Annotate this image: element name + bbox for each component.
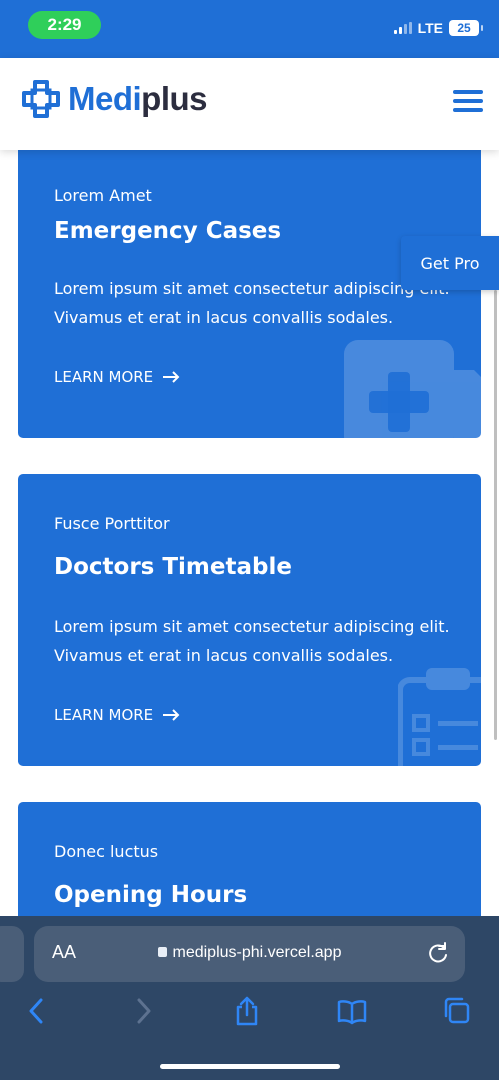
battery-icon: 25 (449, 20, 483, 36)
service-card-emergency: Lorem Amet Emergency Cases Lorem ipsum s… (18, 150, 481, 438)
scrollbar[interactable] (494, 290, 497, 740)
service-card-opening-hours: Donec luctus Opening Hours (18, 802, 481, 916)
card-title: Doctors Timetable (54, 554, 292, 580)
card-description: Lorem ipsum sit amet consectetur adipisc… (54, 617, 450, 665)
browser-toolbar: AA mediplus-phi.vercel.app (0, 916, 499, 1080)
card-description: Lorem ipsum sit amet consectetur adipisc… (54, 279, 450, 327)
medical-cross-logo-icon (22, 80, 60, 118)
learn-more-label: LEARN MORE (54, 706, 154, 724)
url-text: mediplus-phi.vercel.app (172, 944, 342, 961)
site-header: Mediplus (0, 58, 499, 150)
status-bar: 2:29 LTE 25 (0, 0, 499, 58)
url-display[interactable]: mediplus-phi.vercel.app (34, 944, 465, 962)
learn-more-link[interactable]: LEARN MORE (54, 706, 181, 724)
get-pro-button[interactable]: Get Pro (401, 236, 499, 290)
logo-text: Mediplus (68, 80, 208, 118)
arrow-right-icon (163, 371, 180, 383)
learn-more-link[interactable]: LEARN MORE (54, 368, 181, 386)
tabs-icon[interactable] (442, 996, 472, 1026)
first-aid-kit-icon (344, 340, 481, 438)
card-subtitle: Fusce Porttitor (54, 514, 170, 533)
signal-icon (393, 22, 412, 34)
lock-icon (157, 947, 167, 957)
home-indicator[interactable] (160, 1064, 340, 1069)
previous-tab-preview[interactable] (0, 926, 24, 982)
card-title: Opening Hours (54, 882, 248, 908)
address-bar[interactable]: AA mediplus-phi.vercel.app (34, 926, 465, 982)
network-label: LTE (417, 20, 443, 36)
reload-icon[interactable] (427, 942, 449, 964)
service-card-timetable: Fusce Porttitor Doctors Timetable Lorem … (18, 474, 481, 766)
card-subtitle: Donec luctus (54, 842, 159, 861)
back-icon[interactable] (22, 996, 52, 1026)
logo[interactable]: Mediplus (22, 80, 208, 118)
battery-level: 25 (457, 21, 471, 35)
arrow-right-icon (163, 709, 180, 721)
logo-text-medi: Medi (68, 80, 142, 117)
browser-nav-toolbar (0, 996, 499, 1036)
card-title: Emergency Cases (54, 218, 282, 244)
card-subtitle: Lorem Amet (54, 186, 152, 205)
logo-text-plus: plus (141, 80, 208, 117)
share-icon[interactable] (232, 996, 262, 1026)
status-indicators: LTE 25 (393, 20, 483, 36)
status-time: 2:29 (28, 11, 101, 39)
clipboard-checklist-icon (398, 668, 481, 766)
bookmarks-icon[interactable] (337, 996, 367, 1026)
learn-more-label: LEARN MORE (54, 368, 154, 386)
forward-icon[interactable] (128, 996, 158, 1026)
menu-icon[interactable] (453, 90, 483, 112)
